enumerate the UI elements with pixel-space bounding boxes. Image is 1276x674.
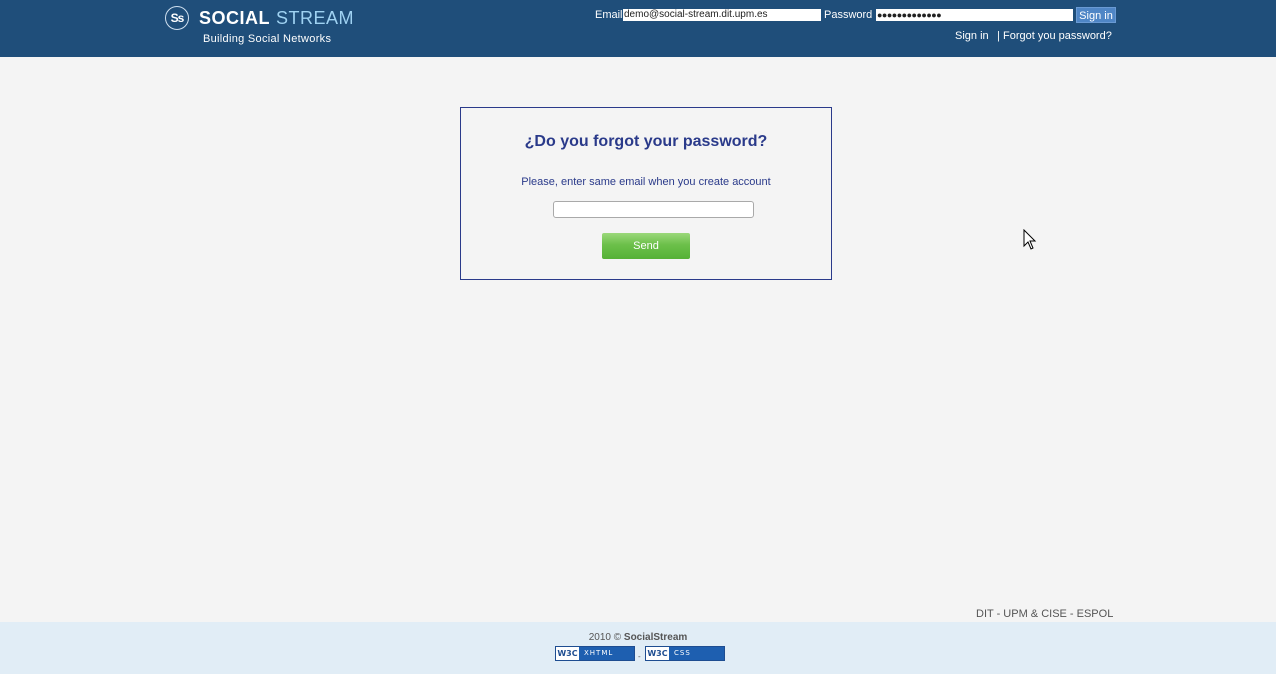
badge-separator: - [638, 652, 641, 661]
email-label: Email [595, 9, 623, 21]
logo-wordmark[interactable]: SOCIAL STREAM [199, 8, 354, 28]
logo-mark[interactable]: Ss [165, 6, 189, 30]
send-button[interactable]: Send [602, 233, 690, 259]
password-label: Password [824, 9, 873, 21]
footer-credit: DIT - UPM & CISE - ESPOL [976, 608, 1114, 620]
forgot-password-link[interactable]: Forgot you password? [1003, 30, 1112, 42]
header-email-input[interactable]: demo@social-stream.dit.upm.es [623, 9, 821, 21]
copyright-year: 2010 © [588, 632, 622, 643]
logo-social-text: SOCIAL [199, 8, 271, 28]
xhtml-badge-label: XHTML [579, 647, 634, 660]
header-password-input[interactable]: ●●●●●●●●●●●●● [876, 9, 1073, 21]
header-link-separator: | [997, 30, 1000, 42]
copyright: 2010 © SocialStream [0, 632, 1276, 643]
signin-link[interactable]: Sign in [955, 30, 989, 42]
site-footer: 2010 © SocialStream W3C XHTML - W3C CSS [0, 622, 1276, 674]
xhtml-valid-badge[interactable]: W3C XHTML [555, 646, 635, 661]
copyright-brand: SocialStream [623, 632, 688, 643]
mouse-pointer-icon [1023, 229, 1037, 250]
panel-title: ¿Do you forgot your password? [524, 133, 768, 150]
w3c-logo-icon: W3C [647, 649, 668, 658]
w3c-logo-icon: W3C [557, 649, 578, 658]
tagline: Building Social Networks [203, 33, 332, 45]
logo-stream-text: STREAM [276, 8, 355, 28]
css-badge-label: CSS [669, 647, 724, 660]
site-header: Ss SOCIAL STREAM Building Social Networks… [0, 0, 1276, 57]
signin-button[interactable]: Sign in [1076, 7, 1116, 23]
recovery-email-input[interactable] [553, 201, 754, 218]
forgot-password-panel: ¿Do you forgot your password? Please, en… [460, 107, 832, 280]
panel-instructions: Please, enter same email when you create… [521, 176, 771, 188]
css-valid-badge[interactable]: W3C CSS [645, 646, 725, 661]
